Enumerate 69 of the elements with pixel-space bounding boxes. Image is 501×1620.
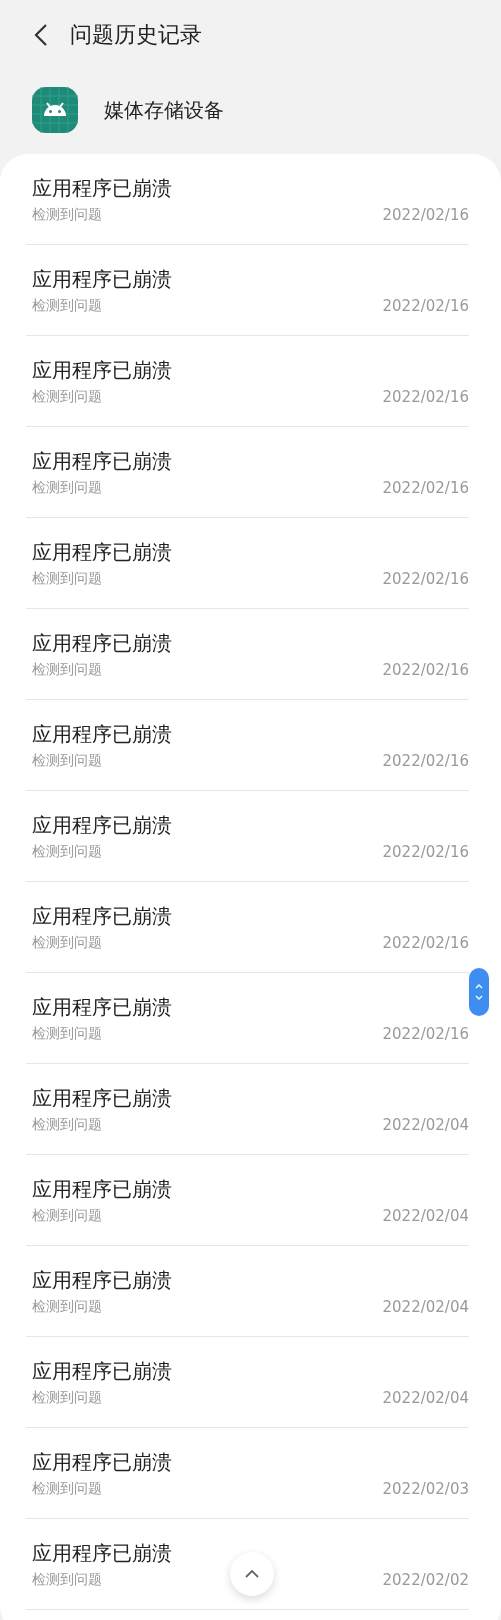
problem-title: 应用程序已崩溃 [31,1084,173,1112]
page-title: 问题历史记录 [70,21,202,49]
problem-subtitle: 检测到问题 [31,1115,102,1134]
problem-subtitle: 检测到问题 [31,1024,102,1043]
problem-date: 2022/02/16 [382,842,469,861]
problem-title: 应用程序已崩溃 [31,1539,173,1567]
problem-title: 应用程序已崩溃 [31,1357,173,1385]
problem-subtitle: 检测到问题 [31,478,102,497]
problem-row[interactable]: 应用程序已崩溃 检测到问题 2022/02/16 [26,154,469,245]
problem-row[interactable]: 应用程序已崩溃 检测到问题 2022/02/04 [26,1155,469,1246]
problem-date: 2022/02/04 [382,1115,469,1134]
problem-row[interactable]: 应用程序已崩溃 检测到问题 2022/02/03 [26,1428,469,1519]
problem-date: 2022/02/16 [382,205,469,224]
problem-row[interactable]: 应用程序已崩溃 检测到问题 2022/02/16 [26,245,469,336]
problem-title: 应用程序已崩溃 [31,1175,173,1203]
problem-title: 应用程序已崩溃 [31,993,173,1021]
problem-date: 2022/02/16 [382,660,469,679]
problem-subtitle: 检测到问题 [31,751,102,770]
problem-subtitle: 检测到问题 [31,387,102,406]
problem-subtitle: 检测到问题 [31,1206,102,1225]
problem-row[interactable]: 应用程序已崩溃 检测到问题 2022/02/16 [26,882,469,973]
problem-row[interactable]: 应用程序已崩溃 检测到问题 2022/02/16 [26,973,469,1064]
problem-row[interactable]: 应用程序已崩溃 检测到问题 2022/02/16 [26,336,469,427]
scroll-handle[interactable] [469,968,489,1016]
problem-row[interactable]: 应用程序已崩溃 检测到问题 2022/02/04 [26,1064,469,1155]
problem-date: 2022/02/16 [382,387,469,406]
problem-title: 应用程序已崩溃 [31,629,173,657]
problem-row[interactable]: 应用程序已崩溃 检测到问题 2022/02/04 [26,1337,469,1428]
problem-row[interactable]: 应用程序已崩溃 检测到问题 2022/02/16 [26,700,469,791]
problem-title: 应用程序已崩溃 [31,356,173,384]
problem-subtitle: 检测到问题 [31,1570,102,1589]
app-name: 媒体存储设备 [104,96,224,124]
problem-date: 2022/02/04 [382,1388,469,1407]
problem-subtitle: 检测到问题 [31,1479,102,1498]
problem-date: 2022/02/16 [382,751,469,770]
problem-row[interactable]: 应用程序已崩溃 检测到问题 2022/02/04 [26,1246,469,1337]
problem-date: 2022/02/03 [382,1479,469,1498]
problem-date: 2022/02/16 [382,478,469,497]
problem-date: 2022/02/02 [382,1570,469,1589]
problem-subtitle: 检测到问题 [31,296,102,315]
chevron-up-icon [244,1569,260,1579]
problem-title: 应用程序已崩溃 [31,538,173,566]
problem-subtitle: 检测到问题 [31,205,102,224]
problem-subtitle: 检测到问题 [31,1297,102,1316]
problem-date: 2022/02/04 [382,1206,469,1225]
back-icon[interactable] [34,23,48,47]
problem-title: 应用程序已崩溃 [31,174,173,202]
problem-subtitle: 检测到问题 [31,660,102,679]
problem-row[interactable]: 应用程序已崩溃 检测到问题 2022/02/16 [26,609,469,700]
problem-row[interactable]: 应用程序已崩溃 检测到问题 2022/02/16 [26,791,469,882]
problem-subtitle: 检测到问题 [31,569,102,588]
problem-date: 2022/02/16 [382,569,469,588]
problem-date: 2022/02/16 [382,933,469,952]
problem-title: 应用程序已崩溃 [31,447,173,475]
problem-title: 应用程序已崩溃 [31,1266,173,1294]
problem-subtitle: 检测到问题 [31,1388,102,1407]
problem-subtitle: 检测到问题 [31,933,102,952]
problem-title: 应用程序已崩溃 [31,902,173,930]
android-app-icon [32,87,78,133]
problem-title: 应用程序已崩溃 [31,265,173,293]
problem-title: 应用程序已崩溃 [31,811,173,839]
problem-row[interactable]: 应用程序已崩溃 检测到问题 2022/02/16 [26,518,469,609]
problem-title: 应用程序已崩溃 [31,1448,173,1476]
problem-date: 2022/02/04 [382,1297,469,1316]
problem-row[interactable]: 应用程序已崩溃 检测到问题 2022/02/16 [26,427,469,518]
problem-subtitle: 检测到问题 [31,842,102,861]
problem-title: 应用程序已崩溃 [31,720,173,748]
problem-date: 2022/02/16 [382,1024,469,1043]
problem-date: 2022/02/16 [382,296,469,315]
